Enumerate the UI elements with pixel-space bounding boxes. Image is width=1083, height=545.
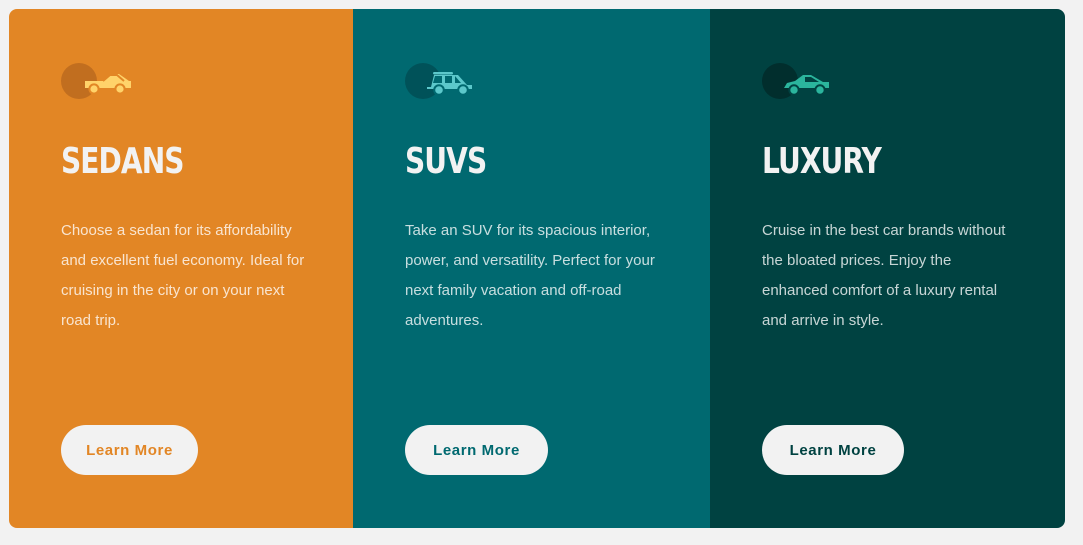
- sedan-car-icon: [61, 61, 131, 101]
- sedans-learn-more-button[interactable]: Learn More: [61, 425, 198, 475]
- sedans-description: Choose a sedan for its affordability and…: [61, 222, 305, 329]
- sedans-title: SEDANS: [61, 141, 184, 182]
- suvs-learn-more-button[interactable]: Learn More: [405, 425, 548, 475]
- suvs-title: SUVS: [405, 141, 487, 182]
- luxury-learn-more-button[interactable]: Learn More: [762, 425, 904, 475]
- luxury-description: Cruise in the best car brands without th…: [762, 222, 1006, 329]
- sedans-card: SEDANS Choose a sedan for its affordabil…: [9, 9, 353, 528]
- car-cards: SEDANS Choose a sedan for its affordabil…: [9, 9, 1065, 528]
- luxury-car-icon: [762, 61, 832, 101]
- suv-car-icon: [405, 61, 475, 101]
- luxury-card: LUXURY Cruise in the best car brands wit…: [710, 9, 1065, 528]
- luxury-title: LUXURY: [762, 141, 882, 182]
- suvs-card: SUVS Take an SUV for its spacious interi…: [353, 9, 710, 528]
- suvs-description: Take an SUV for its spacious interior, p…: [405, 222, 655, 329]
